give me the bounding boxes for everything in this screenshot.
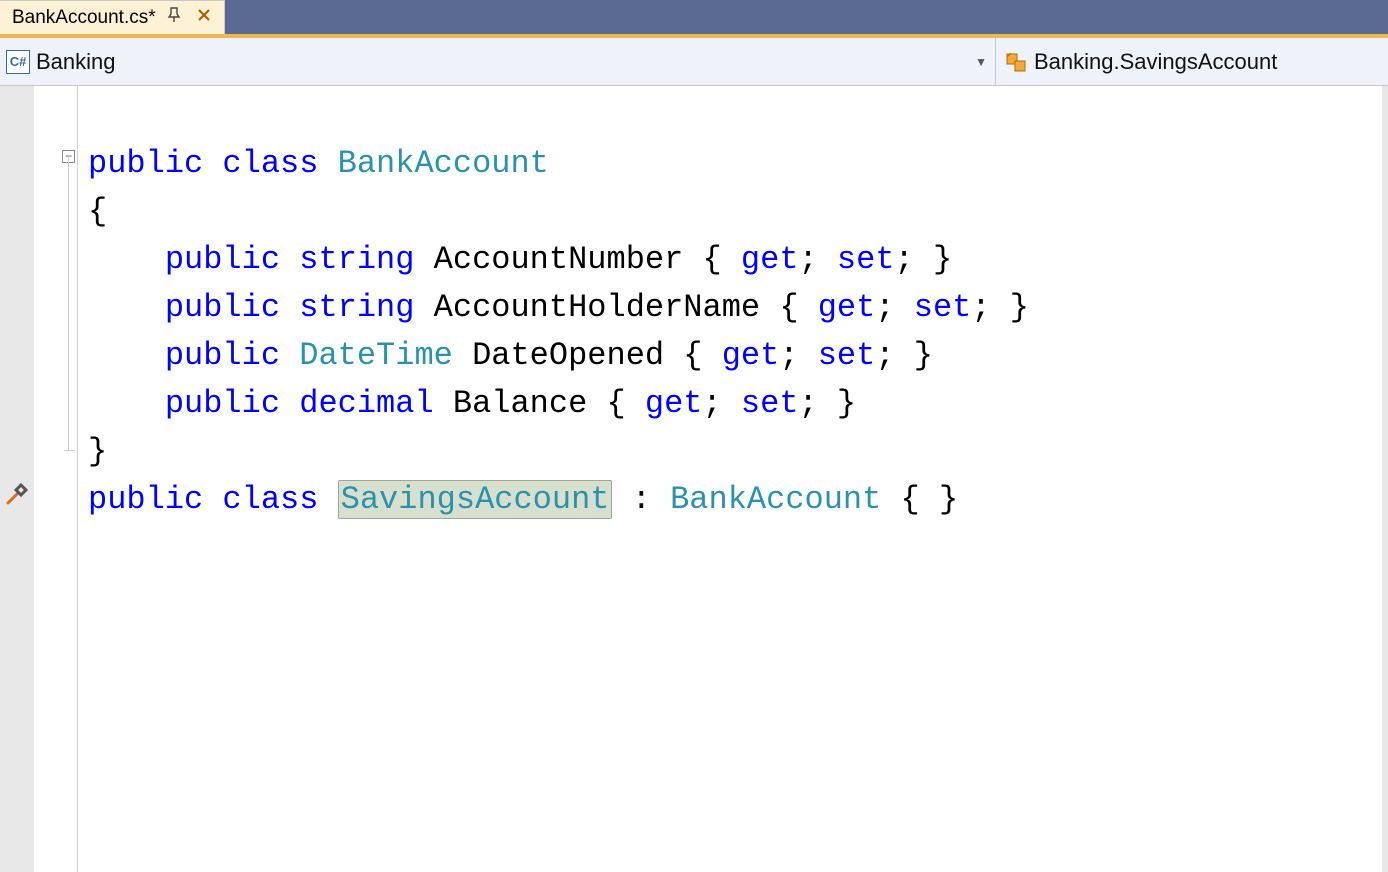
chevron-down-icon: ▼ xyxy=(975,55,987,69)
keyword-get: get xyxy=(818,289,876,326)
type-label: Banking.SavingsAccount xyxy=(1034,49,1277,75)
punct: ; } xyxy=(875,337,933,374)
close-icon[interactable] xyxy=(192,6,216,29)
keyword-get: get xyxy=(722,337,780,374)
type-dropdown[interactable]: Banking.SavingsAccount xyxy=(996,38,1388,85)
outline-margin: − xyxy=(34,86,78,872)
keyword: public xyxy=(165,337,280,374)
class-icon xyxy=(1004,50,1028,74)
namespace-dropdown[interactable]: C# Banking ▼ xyxy=(0,38,996,85)
type-keyword: string xyxy=(299,289,414,326)
fold-guide-line xyxy=(68,156,69,450)
keyword: public xyxy=(165,241,280,278)
punct: ; xyxy=(779,337,817,374)
keyword: public xyxy=(165,385,280,422)
empty-body: { } xyxy=(901,481,959,518)
punct: { xyxy=(703,241,741,278)
keyword-set: set xyxy=(914,289,972,326)
punct: ; } xyxy=(895,241,953,278)
punct: { xyxy=(779,289,817,326)
csharp-icon: C# xyxy=(6,50,30,74)
type-keyword: string xyxy=(299,241,414,278)
fold-guide-end xyxy=(64,450,74,451)
colon: : xyxy=(632,481,651,518)
keyword-public: public xyxy=(88,481,203,518)
type-name-highlighted: SavingsAccount xyxy=(338,480,613,519)
keyword-set: set xyxy=(837,241,895,278)
namespace-label: Banking xyxy=(36,49,116,75)
punct: ; } xyxy=(799,385,857,422)
tab-strip: BankAccount.cs* xyxy=(0,0,1388,38)
punct: ; } xyxy=(971,289,1029,326)
type-keyword: decimal xyxy=(299,385,433,422)
punct: ; xyxy=(799,241,837,278)
property-name: Balance xyxy=(453,385,587,422)
navigation-bar: C# Banking ▼ Banking.SavingsAccount xyxy=(0,38,1388,86)
punct: ; xyxy=(875,289,913,326)
punct: ; xyxy=(703,385,741,422)
tab-title: BankAccount.cs* xyxy=(12,7,156,29)
property-name: AccountHolderName xyxy=(434,289,760,326)
type-name: DateTime xyxy=(299,337,453,374)
keyword-set: set xyxy=(741,385,799,422)
brace-open: { xyxy=(88,193,107,230)
base-type-name: BankAccount xyxy=(670,481,881,518)
keyword-set: set xyxy=(818,337,876,374)
keyword: public xyxy=(165,289,280,326)
keyword-get: get xyxy=(741,241,799,278)
code-editor[interactable]: − public class BankAccount { public stri… xyxy=(0,86,1388,872)
code-text[interactable]: public class BankAccount { public string… xyxy=(78,86,1388,872)
file-tab-active[interactable]: BankAccount.cs* xyxy=(0,0,225,34)
type-name: BankAccount xyxy=(338,145,549,182)
keyword-public: public xyxy=(88,145,203,182)
indicator-margin xyxy=(0,86,34,872)
brace-close: } xyxy=(88,433,107,470)
keyword-class: class xyxy=(222,145,318,182)
property-name: AccountNumber xyxy=(434,241,684,278)
keyword-class: class xyxy=(222,481,318,518)
property-name: DateOpened xyxy=(472,337,664,374)
pin-icon[interactable] xyxy=(166,7,182,28)
quick-actions-icon[interactable] xyxy=(5,482,29,506)
punct: { xyxy=(606,385,644,422)
scrollbar-track[interactable] xyxy=(1382,86,1388,872)
punct: { xyxy=(683,337,721,374)
keyword-get: get xyxy=(645,385,703,422)
